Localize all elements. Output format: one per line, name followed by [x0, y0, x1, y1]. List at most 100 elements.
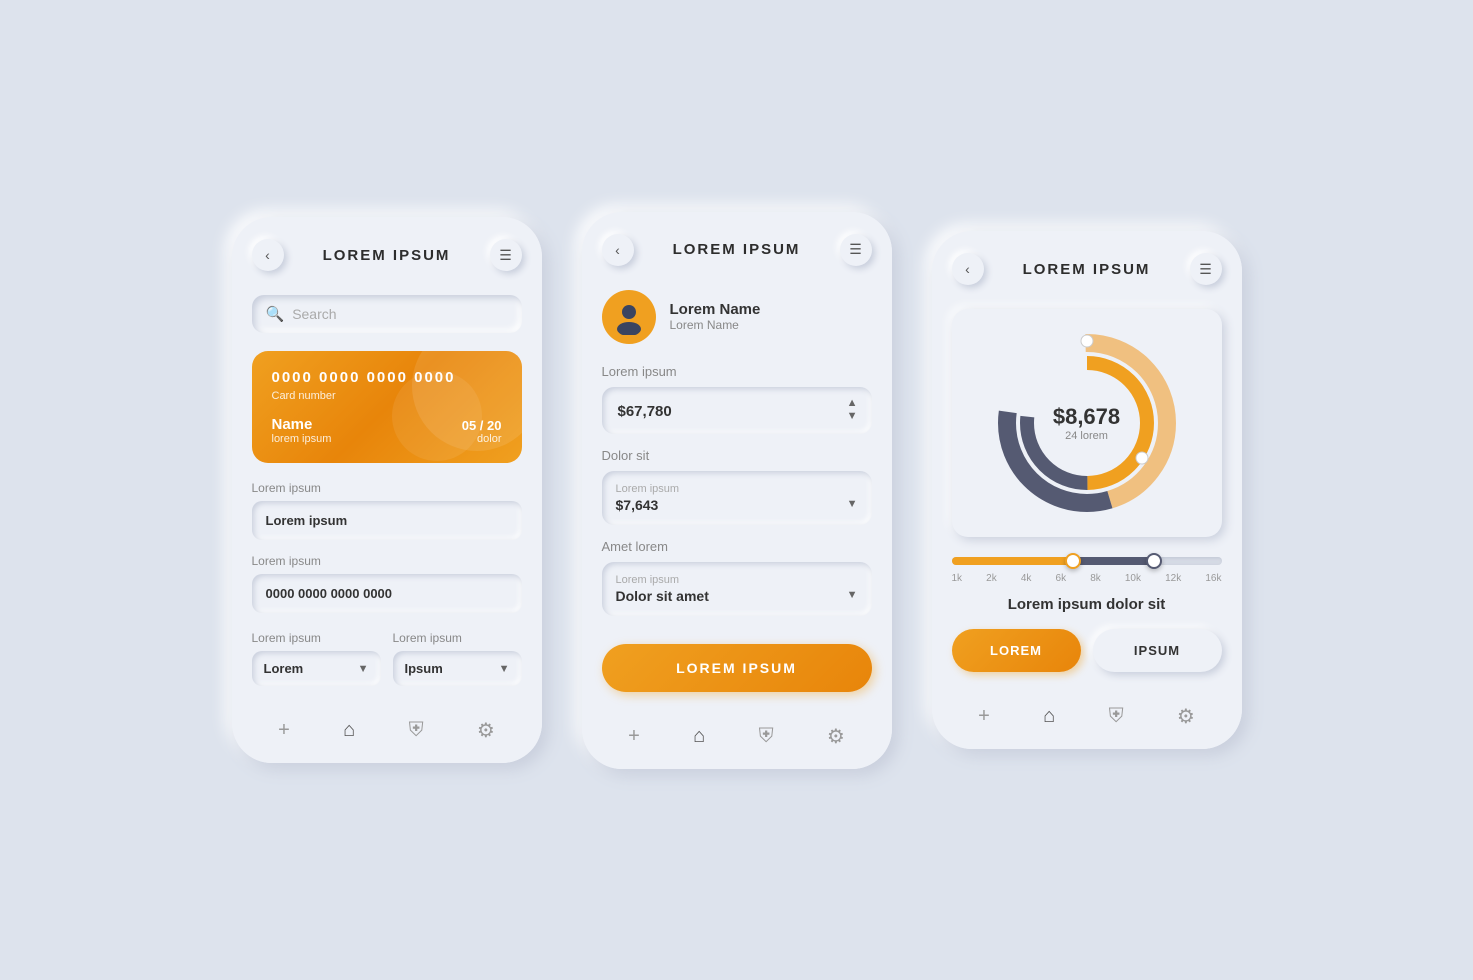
- field4-value: Ipsum: [405, 661, 443, 676]
- card-name: Name: [272, 416, 332, 433]
- profile-sub: Lorem Name: [670, 318, 761, 332]
- dropdown2-value: $7,643: [616, 497, 659, 513]
- dropdown1-arrows: ▲ ▼: [847, 398, 858, 422]
- donut-chart: $8,678 24 lorem: [987, 323, 1187, 523]
- search-icon: 🔍: [266, 305, 285, 323]
- back-button-2[interactable]: ‹: [602, 234, 634, 266]
- slider-label-8k: 8k: [1090, 573, 1101, 584]
- avatar: [602, 290, 656, 344]
- nav-home-3[interactable]: ⌂: [1043, 705, 1055, 728]
- btn-lorem[interactable]: LOREM: [952, 629, 1081, 672]
- credit-card: 0000 0000 0000 0000 Card number Name lor…: [252, 351, 522, 463]
- slider-label-6k: 6k: [1056, 573, 1067, 584]
- section1-label: Lorem ipsum: [602, 364, 872, 379]
- nav-shield-1[interactable]: ⛨: [409, 719, 424, 742]
- slider-label-1k: 1k: [952, 573, 963, 584]
- phone-1-header: ‹ LOREM IPSUM ☰: [232, 217, 542, 285]
- nav-add-3[interactable]: +: [978, 705, 990, 728]
- nav-settings-1[interactable]: ⚙: [477, 718, 495, 743]
- phone-1-nav: + ⌂ ⛨ ⚙: [232, 702, 542, 763]
- search-placeholder: Search: [292, 306, 336, 322]
- nav-shield-3[interactable]: ⛨: [1109, 705, 1124, 728]
- slider-label-10k: 10k: [1125, 573, 1141, 584]
- dropdown3-label: Lorem ipsum: [616, 574, 858, 586]
- dropdown-2[interactable]: Lorem ipsum $7,643 ▼: [602, 471, 872, 525]
- dropdown-3[interactable]: Lorem ipsum Dolor sit amet ▼: [602, 562, 872, 616]
- slider-fill-orange: [952, 557, 1074, 565]
- slider-track[interactable]: [952, 557, 1222, 565]
- nav-shield-2[interactable]: ⛨: [759, 725, 774, 748]
- menu-button-2[interactable]: ☰: [840, 234, 872, 266]
- nav-settings-3[interactable]: ⚙: [1177, 704, 1195, 729]
- slider-thumb-dark[interactable]: [1146, 553, 1162, 569]
- nav-settings-2[interactable]: ⚙: [827, 724, 845, 749]
- section3-label: Amet lorem: [602, 539, 872, 554]
- menu-button-3[interactable]: ☰: [1190, 253, 1222, 285]
- phone-1-body: 🔍 Search 0000 0000 0000 0000 Card number…: [232, 285, 542, 686]
- dropdown-arrow-4: ▼: [499, 663, 510, 675]
- dropdown1-value: $67,780: [618, 403, 856, 420]
- field3-label: Lorem ipsum: [252, 631, 381, 645]
- dropdown3-arrow: ▼: [847, 589, 858, 601]
- btn-ipsum[interactable]: IPSUM: [1093, 629, 1222, 672]
- card-expiry-label: dolor: [462, 433, 502, 445]
- two-col-fields: Lorem ipsum Lorem ▼ Lorem ipsum Ipsum ▼: [252, 617, 522, 686]
- slider-fill-dark: [1073, 557, 1154, 565]
- slider-section: 1k 2k 4k 6k 8k 10k 12k 16k: [952, 557, 1222, 584]
- profile-name: Lorem Name: [670, 301, 761, 318]
- dropdown3-value: Dolor sit amet: [616, 588, 709, 604]
- field4-label: Lorem ipsum: [393, 631, 522, 645]
- chart-sub: 24 lorem: [1053, 430, 1120, 442]
- slider-label-12k: 12k: [1165, 573, 1181, 584]
- card-name-section: Name lorem ipsum: [272, 416, 332, 445]
- slider-labels: 1k 2k 4k 6k 8k 10k 12k 16k: [952, 573, 1222, 584]
- phone-2-title: LOREM IPSUM: [673, 241, 801, 258]
- phone-3-title: LOREM IPSUM: [1023, 261, 1151, 278]
- slider-thumb-orange[interactable]: [1065, 553, 1081, 569]
- search-bar[interactable]: 🔍 Search: [252, 295, 522, 333]
- section2-label: Dolor sit: [602, 448, 872, 463]
- card-expiry-section: 05 / 20 dolor: [462, 418, 502, 445]
- nav-add-2[interactable]: +: [628, 725, 640, 748]
- slider-label-16k: 16k: [1205, 573, 1221, 584]
- field2-label: Lorem ipsum: [252, 554, 522, 568]
- card-number-label: Card number: [272, 390, 502, 402]
- phone-3-body: $8,678 24 lorem 1k 2k 4k 6k: [932, 299, 1242, 672]
- dropdown2-label: Lorem ipsum: [616, 483, 858, 495]
- nav-home-1[interactable]: ⌂: [343, 719, 355, 742]
- slider-label-2k: 2k: [986, 573, 997, 584]
- field3-value: Lorem: [264, 661, 304, 676]
- card-bottom: Name lorem ipsum 05 / 20 dolor: [272, 416, 502, 445]
- cta-button[interactable]: LOREM IPSUM: [602, 644, 872, 692]
- donut-center: $8,678 24 lorem: [1053, 404, 1120, 442]
- back-button-3[interactable]: ‹: [952, 253, 984, 285]
- chart-amount: $8,678: [1053, 404, 1120, 430]
- phone-2: ‹ LOREM IPSUM ☰ Lorem Name Lorem Name Lo: [582, 212, 892, 769]
- phone-1: ‹ LOREM IPSUM ☰ 🔍 Search 0000 0000 0000 …: [232, 217, 542, 763]
- two-btns: LOREM IPSUM: [952, 629, 1222, 672]
- dropdown-arrow-3: ▼: [358, 663, 369, 675]
- menu-button-1[interactable]: ☰: [490, 239, 522, 271]
- card-name-sub: lorem ipsum: [272, 433, 332, 445]
- phone-2-header: ‹ LOREM IPSUM ☰: [582, 212, 892, 280]
- phone-1-title: LOREM IPSUM: [323, 247, 451, 264]
- field4-dropdown[interactable]: Ipsum ▼: [393, 651, 522, 686]
- field1-label: Lorem ipsum: [252, 481, 522, 495]
- field3-dropdown[interactable]: Lorem ▼: [252, 651, 381, 686]
- dropdown2-arrow: ▼: [847, 498, 858, 510]
- phones-container: ‹ LOREM IPSUM ☰ 🔍 Search 0000 0000 0000 …: [232, 212, 1242, 769]
- phone-2-body: Lorem Name Lorem Name Lorem ipsum $67,78…: [582, 280, 892, 692]
- slider-label-4k: 4k: [1021, 573, 1032, 584]
- field1-value: Lorem ipsum: [252, 501, 522, 540]
- card-expiry: 05 / 20: [462, 418, 502, 433]
- dropdown3-row: Dolor sit amet ▼: [616, 586, 858, 604]
- profile-row: Lorem Name Lorem Name: [602, 290, 872, 344]
- dropdown-1[interactable]: $67,780 ▲ ▼: [602, 387, 872, 434]
- back-button-1[interactable]: ‹: [252, 239, 284, 271]
- nav-add-1[interactable]: +: [278, 719, 290, 742]
- nav-home-2[interactable]: ⌂: [693, 725, 705, 748]
- phone-3-header: ‹ LOREM IPSUM ☰: [932, 231, 1242, 299]
- card-number: 0000 0000 0000 0000: [272, 369, 502, 386]
- col-2: Lorem ipsum Ipsum ▼: [393, 617, 522, 686]
- dropdown2-row: $7,643 ▼: [616, 495, 858, 513]
